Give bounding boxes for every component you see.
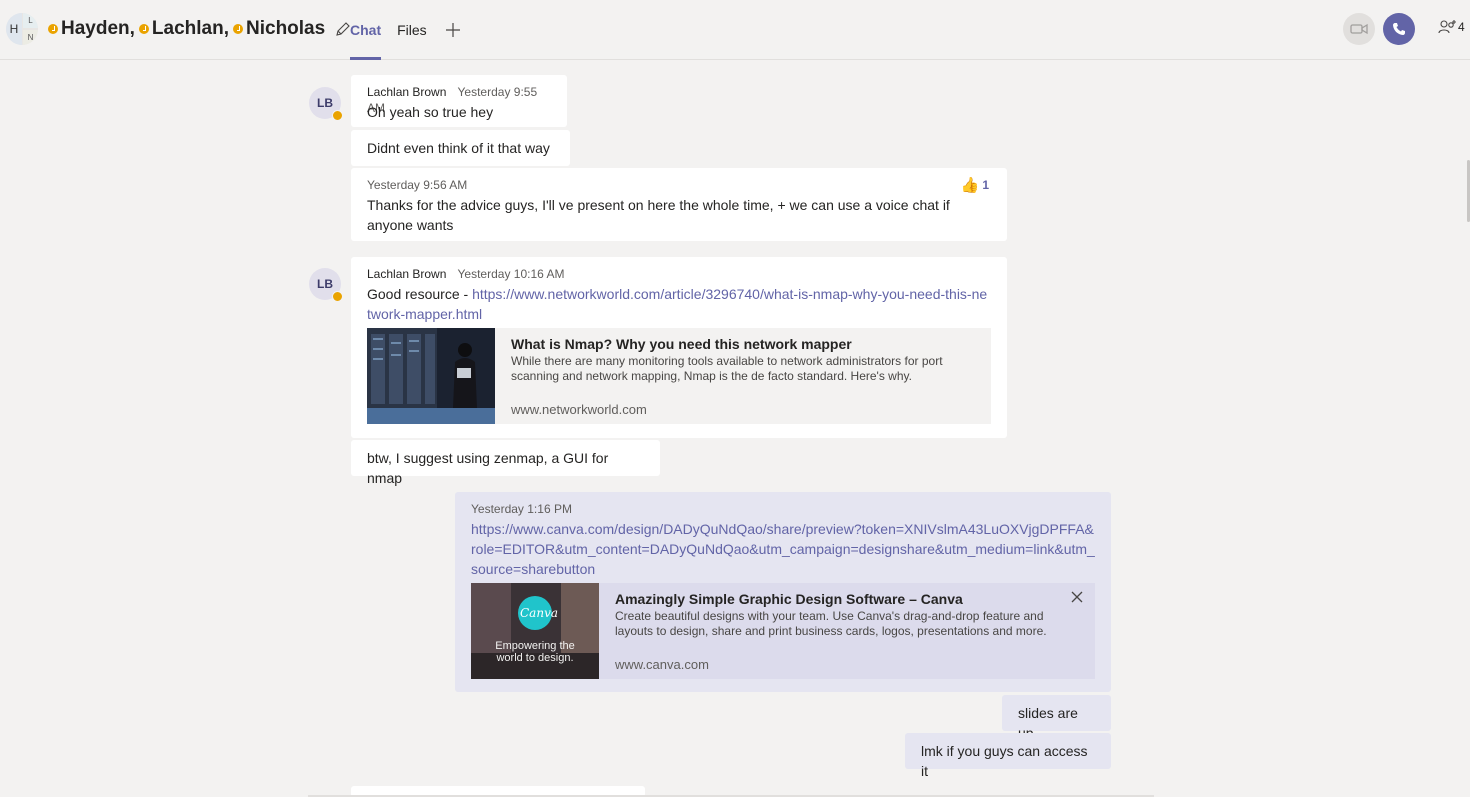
avatar-initial-top: L: [23, 13, 38, 28]
message-prefix: Good resource -: [367, 286, 473, 302]
my-message-bubble[interactable]: Yesterday 1:16 PM https://www.canva.com/…: [455, 492, 1111, 692]
link-preview-url: www.networkworld.com: [511, 402, 647, 417]
link-preview-title: Amazingly Simple Graphic Design Software…: [615, 591, 963, 607]
tab-files[interactable]: Files: [397, 0, 427, 60]
participant-name: Nicholas: [246, 18, 326, 39]
link-preview-card[interactable]: Canva Empowering the world to design. Am…: [471, 583, 1095, 679]
phone-icon: [1393, 23, 1405, 35]
away-status-icon: [332, 110, 343, 121]
tab-bar: Chat Files: [350, 0, 463, 60]
group-avatar[interactable]: H L N: [6, 13, 38, 45]
thumbs-up-icon: 👍: [960, 177, 980, 194]
message-meta: Lachlan Brown Yesterday 9:55 AM: [367, 84, 551, 115]
message-text: lmk if you guys can access it: [921, 743, 1088, 779]
message-text: Didnt even think of it that way: [367, 140, 550, 156]
link-preview-card[interactable]: What is Nmap? Why you need this network …: [367, 328, 991, 424]
people-add-icon: [1438, 20, 1456, 34]
message-bubble[interactable]: Lachlan Brown Yesterday 9:55 AM Oh yeah …: [351, 75, 567, 127]
message-bubble[interactable]: Didnt even think of it that way: [351, 130, 570, 166]
link-preview-description: Create beautiful designs with your team.…: [615, 609, 1047, 638]
message-text: btw, I suggest using zenmap, a GUI for n…: [367, 450, 609, 486]
avatar-initials: LB: [317, 277, 333, 291]
message-text: Thanks for the advice guys, I'll ve pres…: [367, 197, 950, 233]
away-status-icon: [138, 24, 149, 34]
close-icon: [1071, 591, 1083, 603]
message-meta: Lachlan Brown Yesterday 10:16 AM: [367, 266, 991, 282]
message-link[interactable]: https://www.canva.com/design/DADyQuNdQao…: [471, 521, 1095, 577]
message-text: Oh yeah so true hey: [367, 104, 494, 120]
video-camera-icon: [1350, 23, 1368, 35]
pencil-icon[interactable]: [335, 21, 351, 37]
avatar-initials: LB: [317, 96, 333, 110]
message-timestamp: Yesterday 10:16 AM: [457, 267, 565, 281]
link-preview-body: What is Nmap? Why you need this network …: [495, 328, 987, 424]
reaction[interactable]: 👍 1: [961, 176, 989, 194]
avatar-initial-main: H: [6, 13, 22, 45]
link-preview-title: What is Nmap? Why you need this network …: [511, 336, 852, 352]
link-preview-body: Amazingly Simple Graphic Design Software…: [599, 583, 1071, 679]
link-preview-thumbnail: Canva Empowering the world to design.: [471, 583, 599, 679]
participants-button[interactable]: 4: [1438, 19, 1465, 35]
message-author: Lachlan Brown: [367, 85, 447, 99]
avatar-initial-bottom: N: [23, 30, 38, 45]
link-preview-thumbnail: [367, 328, 495, 424]
message-timestamp: Yesterday 1:16 PM: [471, 502, 572, 516]
tab-chat[interactable]: Chat: [350, 0, 382, 60]
away-status-icon: [332, 291, 343, 302]
message-timestamp: Yesterday 9:56 AM: [367, 178, 468, 192]
add-tab-button[interactable]: [443, 0, 463, 60]
away-status-icon: [48, 24, 58, 34]
video-call-button[interactable]: [1343, 13, 1375, 45]
participant-name: Lachlan,: [151, 18, 229, 39]
my-message-bubble[interactable]: slides are up: [1002, 695, 1111, 741]
close-preview-button[interactable]: [1069, 589, 1085, 605]
link-preview-description: While there are many monitoring tools av…: [511, 354, 943, 383]
message-text: Good resource - https://www.networkworld…: [367, 284, 991, 324]
chat-title[interactable]: Hayden, Lachlan, Nicholas: [48, 17, 351, 41]
message-bubble[interactable]: Lachlan Brown Yesterday 10:16 AM Good re…: [351, 257, 1007, 438]
participant-count: 4: [1458, 20, 1465, 34]
link-preview-url: www.canva.com: [615, 657, 709, 672]
message-bubble[interactable]: Yesterday 9:56 AM Thanks for the advice …: [351, 168, 1007, 241]
reaction-count: 1: [982, 178, 989, 192]
chat-header: H L N Hayden, Lachlan, Nicholas Chat Fil…: [0, 0, 1470, 60]
thumbnail-caption: Empowering the world to design.: [495, 640, 575, 664]
avatar[interactable]: LB: [309, 87, 343, 121]
message-text: https://www.canva.com/design/DADyQuNdQao…: [471, 519, 1095, 579]
canva-logo: Canva: [520, 606, 558, 620]
participant-name: Hayden,: [61, 18, 135, 39]
message-bubble[interactable]: btw, I suggest using zenmap, a GUI for n…: [351, 440, 660, 486]
message-author: Lachlan Brown: [367, 267, 447, 281]
plus-icon: [445, 23, 460, 37]
audio-call-button[interactable]: [1383, 13, 1415, 45]
avatar[interactable]: LB: [309, 268, 343, 302]
away-status-icon: [233, 24, 243, 34]
my-message-bubble[interactable]: lmk if you guys can access it: [905, 733, 1111, 779]
